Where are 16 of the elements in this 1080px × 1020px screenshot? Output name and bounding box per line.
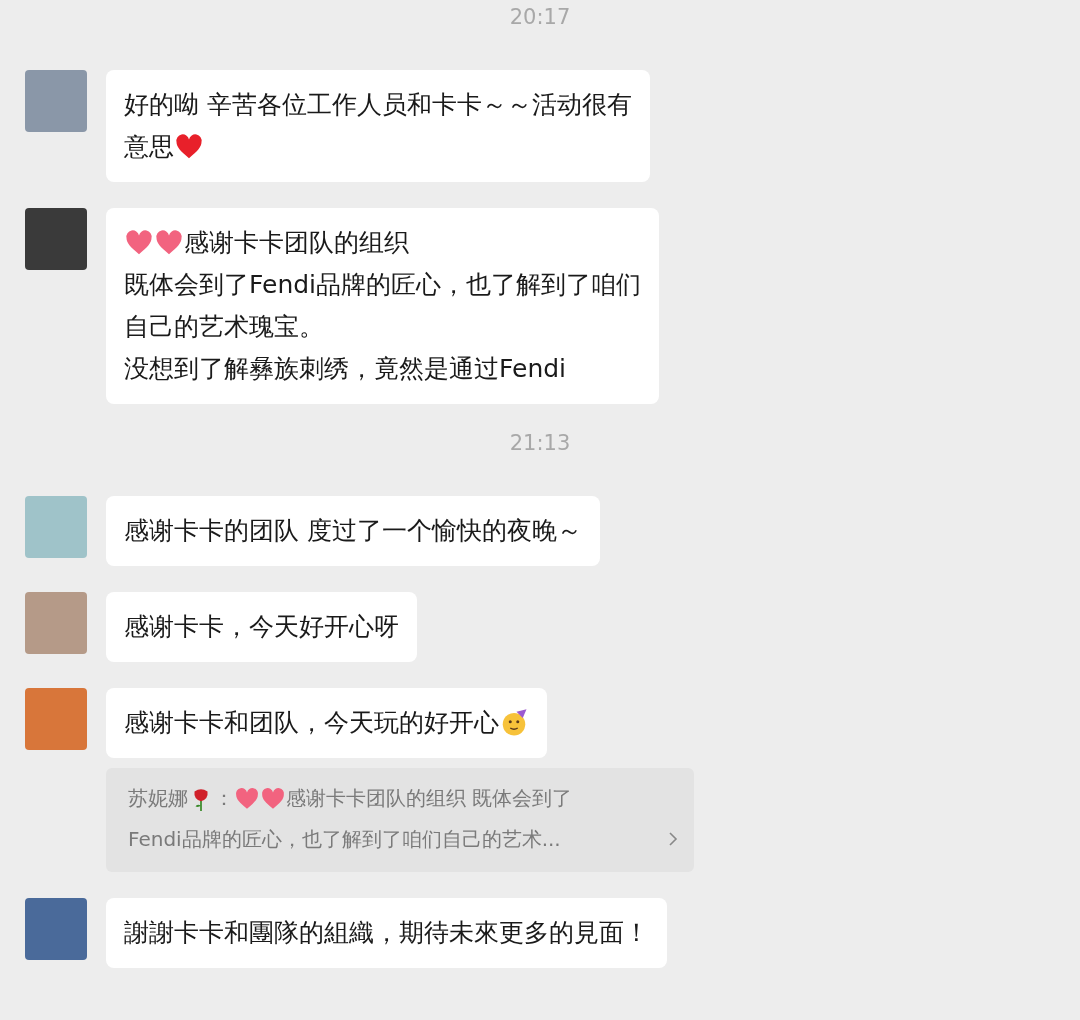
message-bubble: 謝謝卡卡和團隊的組織，期待未來更多的見面！ — [106, 898, 667, 968]
avatar-photo-placeholder[interactable] — [25, 70, 87, 132]
avatar-photo-placeholder[interactable] — [25, 688, 87, 750]
message-bubble: 感谢卡卡和团队，今天玩的好开心 — [106, 688, 547, 758]
chevron-right-icon — [668, 831, 678, 847]
message-bubble: 感谢卡卡的团队 度过了一个愉快的夜晚～ — [106, 496, 600, 566]
timestamp: 20:17 — [509, 4, 571, 30]
avatar-photo-placeholder[interactable] — [25, 898, 87, 960]
avatar-photo-placeholder[interactable] — [25, 496, 87, 558]
message-bubble: 好的呦 辛苦各位工作人员和卡卡～～活动很有 意思 — [106, 70, 650, 182]
timestamp: 21:13 — [509, 430, 571, 456]
message-bubble: 感谢卡卡团队的组织 既体会到了Fendi品牌的匠心，也了解到了咱们 自己的艺术瑰宝。 没想到了解彝族刺绣，竟然是通过Fendi — [106, 208, 660, 404]
quoted-message[interactable]: 苏妮娜 ： 感谢卡卡团队的组织 既体会到了 Fendi品牌的匠心，也了解到了咱们自己的艺术... — [106, 768, 694, 872]
avatar-photo-placeholder[interactable] — [25, 208, 87, 270]
avatar-photo-placeholder[interactable] — [25, 592, 87, 654]
message-bubble: 感谢卡卡，今天好开心呀 — [106, 592, 417, 662]
